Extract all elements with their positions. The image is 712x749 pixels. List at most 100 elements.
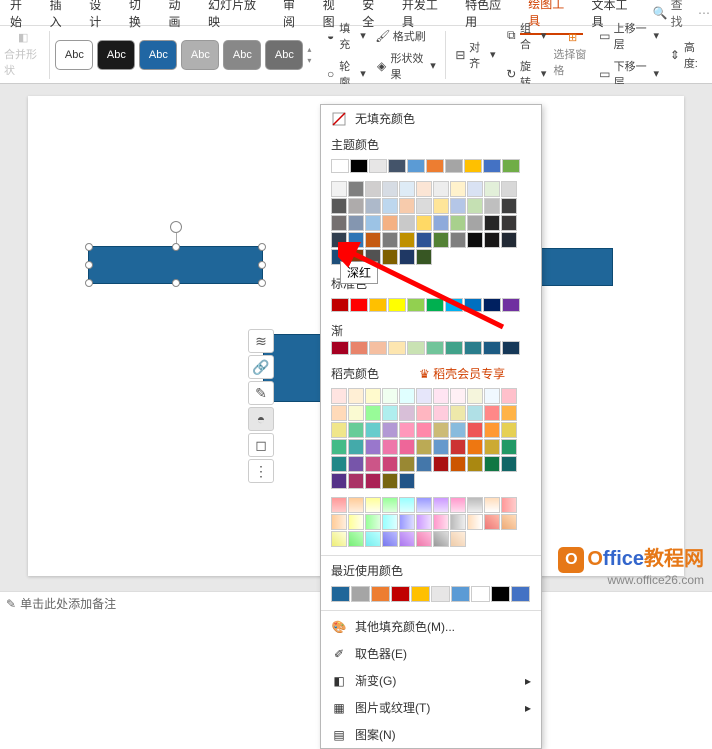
color-swatch[interactable] [365, 181, 381, 197]
style-preset-2[interactable]: Abc [97, 40, 135, 70]
eyedropper-item[interactable]: ✐取色器(E) [321, 640, 541, 667]
color-swatch[interactable] [365, 198, 381, 214]
color-swatch[interactable] [484, 388, 500, 404]
style-gallery-expand[interactable]: ▴▾ [307, 45, 318, 65]
color-swatch[interactable] [382, 531, 398, 547]
resize-handle-ne[interactable] [258, 243, 266, 251]
color-swatch[interactable] [382, 388, 398, 404]
color-swatch[interactable] [484, 215, 500, 231]
color-swatch[interactable] [484, 456, 500, 472]
color-swatch[interactable] [450, 514, 466, 530]
color-swatch[interactable] [501, 215, 517, 231]
color-swatch[interactable] [433, 497, 449, 513]
resize-handle-e[interactable] [258, 261, 266, 269]
color-swatch[interactable] [502, 298, 520, 312]
color-swatch[interactable] [484, 232, 500, 248]
resize-handle-n[interactable] [172, 243, 180, 251]
color-swatch[interactable] [416, 405, 432, 421]
color-swatch[interactable] [350, 298, 368, 312]
color-swatch[interactable] [399, 514, 415, 530]
color-swatch[interactable] [467, 181, 483, 197]
layers-tool[interactable]: ≋ [248, 329, 274, 353]
color-swatch[interactable] [467, 232, 483, 248]
color-swatch[interactable] [450, 181, 466, 197]
color-swatch[interactable] [399, 249, 415, 265]
color-swatch[interactable] [369, 298, 387, 312]
group-button[interactable]: ⧉组合▾ [503, 18, 550, 54]
menu-more-icon[interactable]: ⋯ [698, 6, 710, 20]
color-swatch[interactable] [365, 215, 381, 231]
outline-tool[interactable]: ◻ [248, 433, 274, 457]
color-swatch[interactable] [445, 159, 463, 173]
color-swatch[interactable] [331, 232, 347, 248]
color-swatch[interactable] [416, 514, 432, 530]
color-swatch[interactable] [431, 586, 450, 602]
resize-handle-nw[interactable] [85, 243, 93, 251]
color-swatch[interactable] [382, 422, 398, 438]
color-swatch[interactable] [382, 514, 398, 530]
color-swatch[interactable] [331, 215, 347, 231]
align-button[interactable]: ⊟对齐▾ [452, 37, 499, 73]
color-swatch[interactable] [365, 232, 381, 248]
color-swatch[interactable] [484, 439, 500, 455]
color-swatch[interactable] [471, 586, 490, 602]
color-swatch[interactable] [433, 181, 449, 197]
color-swatch[interactable] [382, 232, 398, 248]
color-swatch[interactable] [484, 514, 500, 530]
selection-pane-button[interactable]: ⊞ 选择窗格 [553, 31, 592, 78]
color-swatch[interactable] [348, 497, 364, 513]
color-swatch[interactable] [467, 388, 483, 404]
color-swatch[interactable] [382, 439, 398, 455]
color-swatch[interactable] [382, 198, 398, 214]
color-swatch[interactable] [348, 422, 364, 438]
color-swatch[interactable] [433, 531, 449, 547]
color-swatch[interactable] [450, 198, 466, 214]
color-swatch[interactable] [331, 514, 347, 530]
color-swatch[interactable] [411, 586, 430, 602]
color-swatch[interactable] [467, 198, 483, 214]
color-swatch[interactable] [483, 341, 501, 355]
style-preset-6[interactable]: Abc [265, 40, 303, 70]
color-swatch[interactable] [484, 422, 500, 438]
color-swatch[interactable] [365, 388, 381, 404]
resize-handle-se[interactable] [258, 279, 266, 287]
tab-home[interactable]: 开始 [2, 0, 42, 34]
color-swatch[interactable] [511, 586, 530, 602]
color-swatch[interactable] [348, 388, 364, 404]
color-swatch[interactable] [382, 405, 398, 421]
more-fill-colors-item[interactable]: 🎨其他填充颜色(M)... [321, 613, 541, 640]
color-swatch[interactable] [365, 514, 381, 530]
color-swatch[interactable] [348, 215, 364, 231]
color-swatch[interactable] [348, 514, 364, 530]
color-swatch[interactable] [331, 586, 350, 602]
color-swatch[interactable] [369, 159, 387, 173]
color-swatch[interactable] [450, 531, 466, 547]
color-swatch[interactable] [484, 405, 500, 421]
style-preset-4[interactable]: Abc [181, 40, 219, 70]
color-swatch[interactable] [464, 341, 482, 355]
style-preset-3[interactable]: Abc [139, 40, 177, 70]
color-swatch[interactable] [467, 497, 483, 513]
color-swatch[interactable] [382, 215, 398, 231]
color-swatch[interactable] [382, 473, 398, 489]
color-swatch[interactable] [416, 181, 432, 197]
color-swatch[interactable] [371, 586, 390, 602]
color-swatch[interactable] [426, 341, 444, 355]
color-swatch[interactable] [348, 405, 364, 421]
color-swatch[interactable] [331, 456, 347, 472]
color-swatch[interactable] [450, 388, 466, 404]
color-swatch[interactable] [399, 456, 415, 472]
texture-item[interactable]: ▦图片或纹理(T)▸ [321, 694, 541, 721]
more-tool[interactable]: ⋮ [248, 459, 274, 483]
color-swatch[interactable] [416, 388, 432, 404]
color-swatch[interactable] [331, 298, 349, 312]
color-swatch[interactable] [501, 405, 517, 421]
color-swatch[interactable] [331, 422, 347, 438]
color-swatch[interactable] [348, 439, 364, 455]
color-swatch[interactable] [331, 405, 347, 421]
tab-design[interactable]: 设计 [81, 0, 121, 34]
link-tool[interactable]: 🔗 [248, 355, 274, 379]
format-painter-button[interactable]: 🖌格式刷 [373, 26, 439, 46]
color-swatch[interactable] [348, 473, 364, 489]
color-swatch[interactable] [382, 497, 398, 513]
